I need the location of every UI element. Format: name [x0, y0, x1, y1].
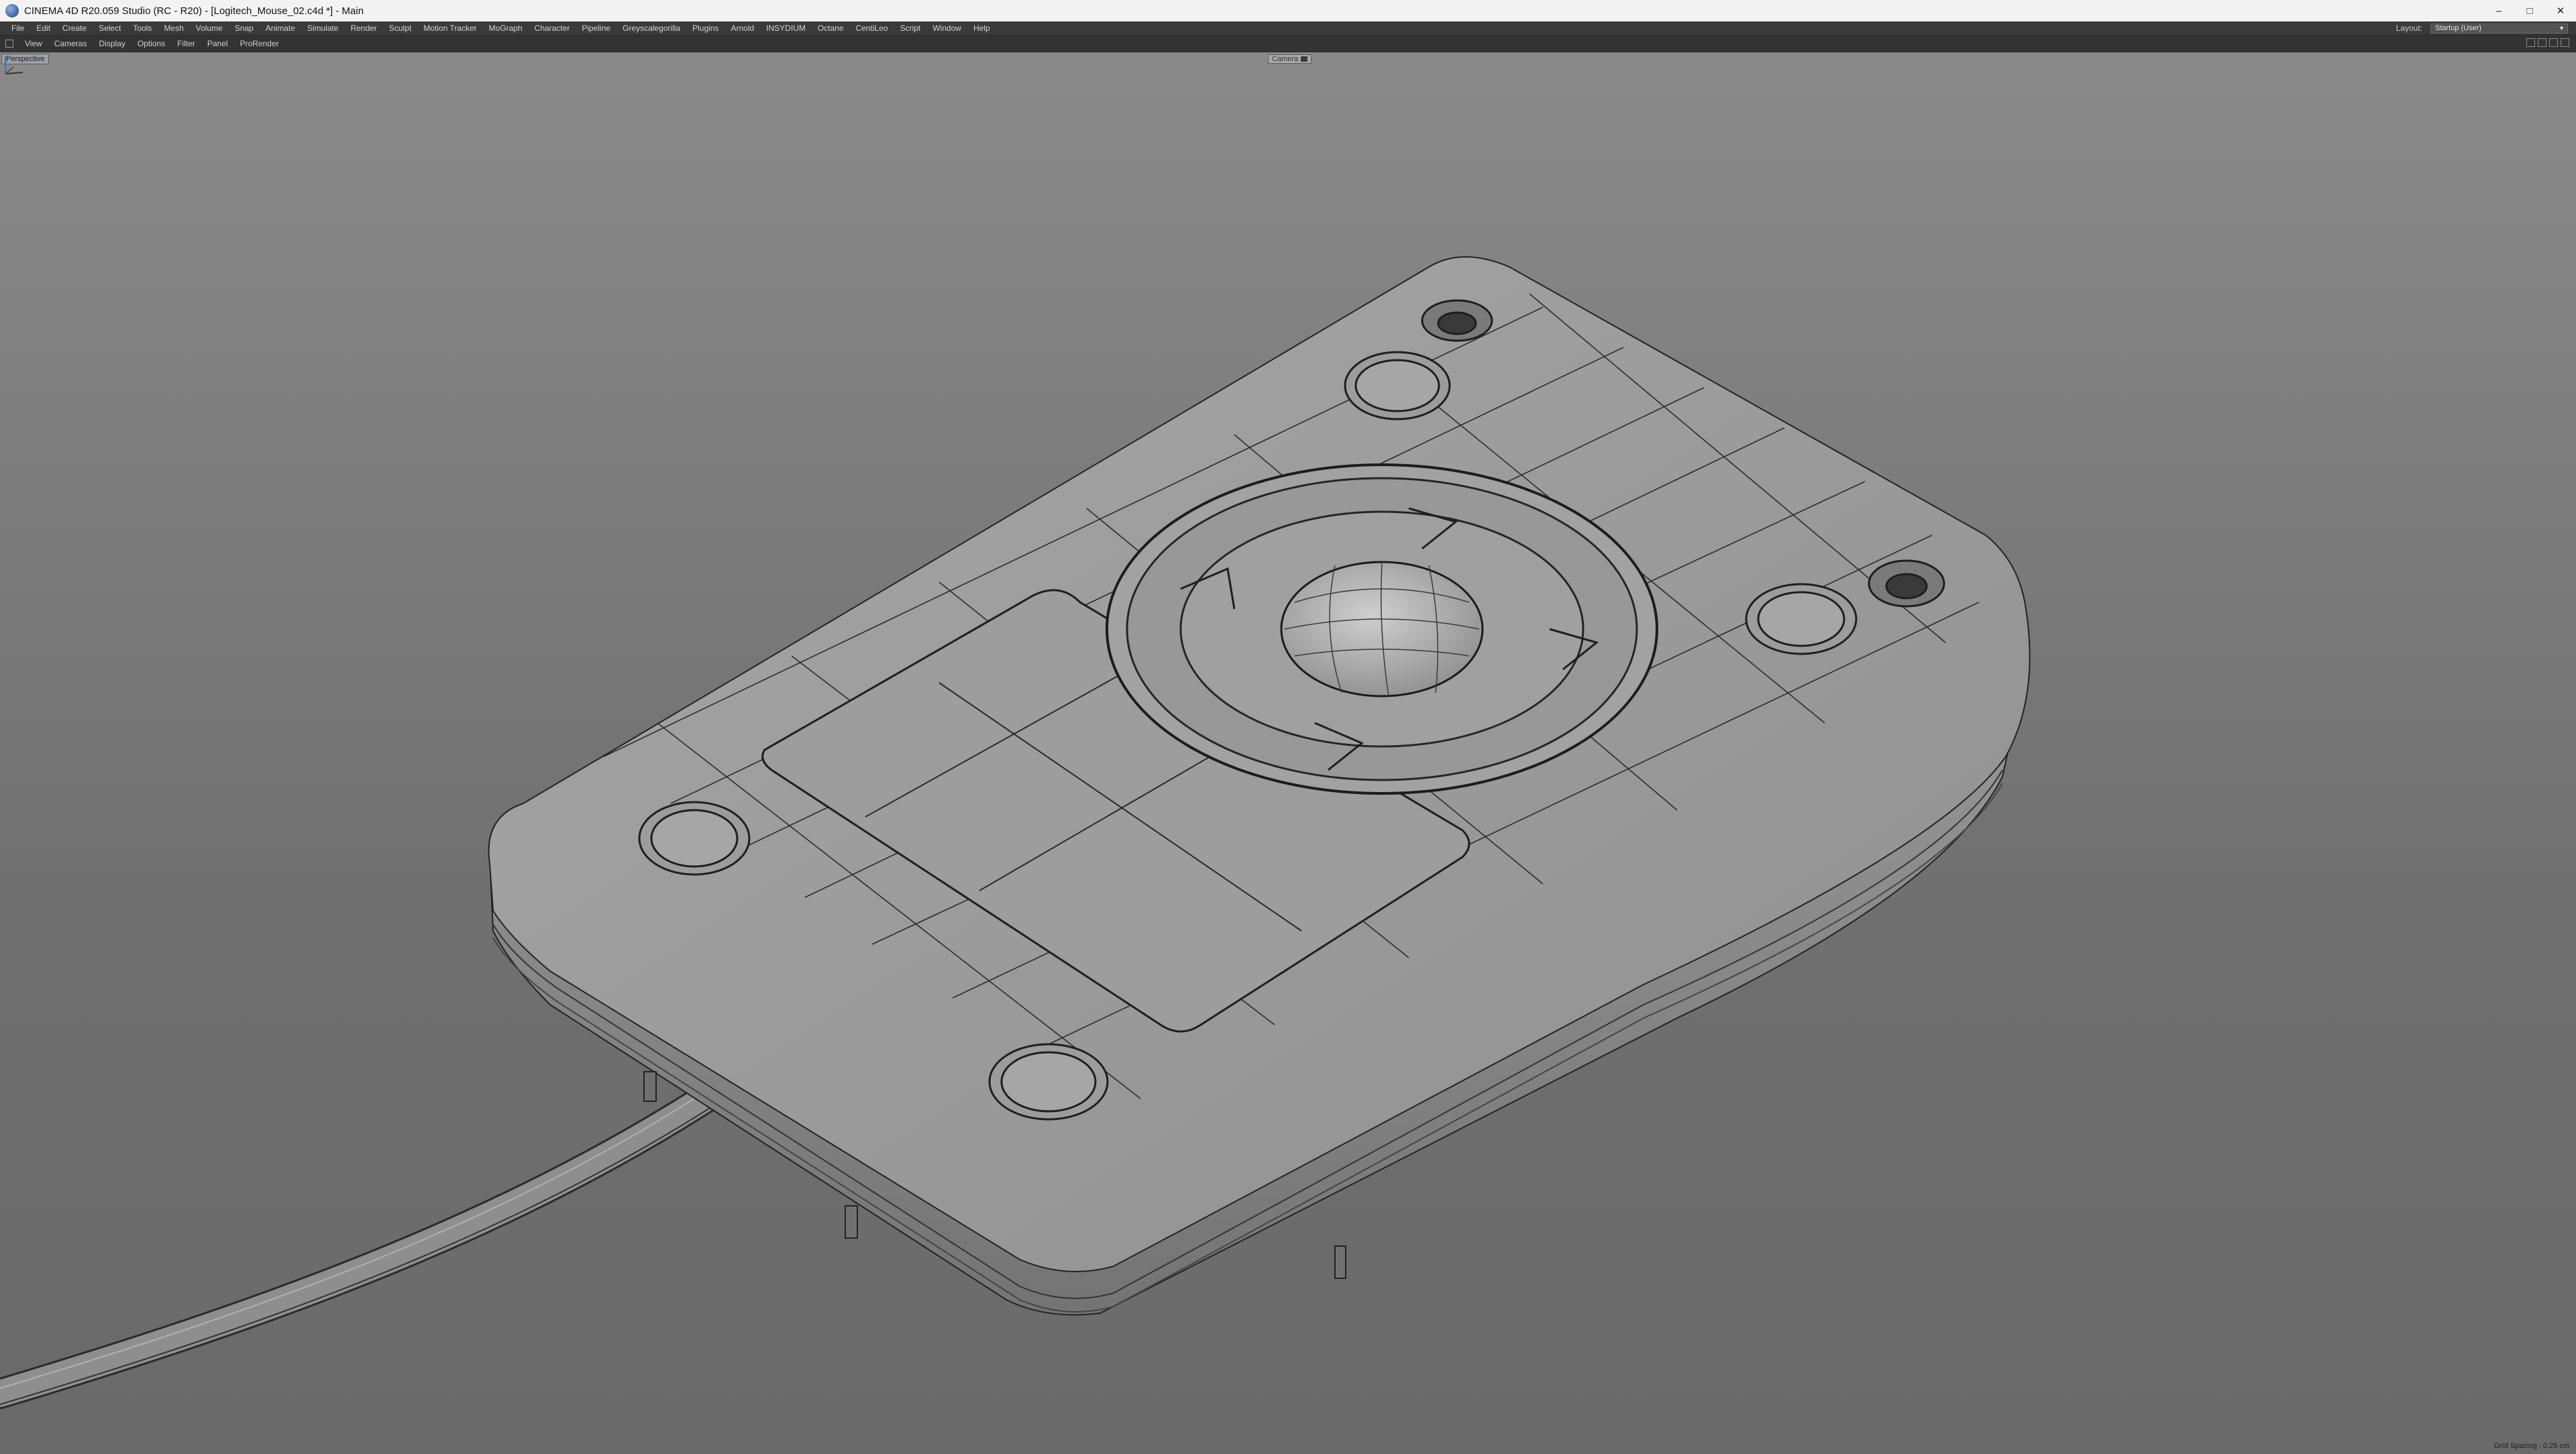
- menu-greyscalegorilla[interactable]: Greyscalegorilla: [616, 21, 686, 35]
- menu-script[interactable]: Script: [894, 21, 927, 35]
- chevron-down-icon: ▼: [2559, 24, 2565, 32]
- cable: [0, 1043, 780, 1409]
- menu-file[interactable]: File: [5, 21, 30, 35]
- trackball-mouse-model: [0, 256, 2031, 1409]
- menu-arnold[interactable]: Arnold: [724, 21, 760, 35]
- menu-render[interactable]: Render: [345, 21, 383, 35]
- button-top: [1344, 351, 1451, 421]
- layout-label: Layout:: [2396, 23, 2422, 33]
- viewport-menu-bar: View Cameras Display Options Filter Panel ProR…: [0, 36, 2576, 52]
- menu-edit[interactable]: Edit: [30, 21, 56, 35]
- view-menu-filter[interactable]: Filter: [171, 36, 201, 52]
- layout-value: Startup (User): [2435, 24, 2482, 32]
- view-menu-display[interactable]: Display: [93, 36, 131, 52]
- menu-animate[interactable]: Animate: [260, 21, 301, 35]
- menu-centileo[interactable]: CentiLeo: [850, 21, 894, 35]
- camera-tag[interactable]: Camera: [1268, 54, 1312, 64]
- view-menu-prorender[interactable]: ProRender: [234, 36, 285, 52]
- viewport-menu: View Cameras Display Options Filter Panel ProR…: [19, 36, 285, 52]
- menu-character[interactable]: Character: [529, 21, 576, 35]
- 3d-viewport[interactable]: Perspective Camera Grid Spacing : 0.25 c…: [0, 52, 2576, 1454]
- rotate-view-icon[interactable]: [2549, 38, 2558, 47]
- menu-mograph[interactable]: MoGraph: [483, 21, 529, 35]
- main-menu: File Edit Create Select Tools Mesh Volume Snap A…: [0, 21, 996, 35]
- screw-hole-top: [1421, 299, 1493, 342]
- menu-select[interactable]: Select: [93, 21, 127, 35]
- view-menu-icon[interactable]: [5, 40, 13, 48]
- menu-insydium[interactable]: INSYDIUM: [760, 21, 812, 35]
- button-right: [1745, 583, 1858, 655]
- menu-help[interactable]: Help: [967, 21, 996, 35]
- camera-tag-label: Camera: [1272, 55, 1299, 63]
- view-menu-view[interactable]: View: [19, 36, 48, 52]
- maximize-button[interactable]: □: [2514, 0, 2545, 21]
- grid-spacing-readout: Grid Spacing : 0.25 cm: [2494, 1442, 2569, 1450]
- menu-snap[interactable]: Snap: [229, 21, 260, 35]
- camera-icon: [1301, 56, 1308, 62]
- button-left: [638, 801, 751, 876]
- minimize-button[interactable]: –: [2483, 0, 2514, 21]
- menu-mesh[interactable]: Mesh: [158, 21, 189, 35]
- menu-octane[interactable]: Octane: [812, 21, 850, 35]
- close-button[interactable]: ✕: [2545, 0, 2576, 21]
- layout-dropdown[interactable]: Startup (User) ▼: [2430, 23, 2568, 34]
- main-menu-bar: File Edit Create Select Tools Mesh Volume Snap A…: [0, 21, 2576, 36]
- maximize-view-icon[interactable]: [2561, 38, 2569, 47]
- viewport-navigation: [2526, 38, 2569, 47]
- window-title: CINEMA 4D R20.059 Studio (RC - R20) - [L…: [24, 5, 364, 17]
- view-menu-options[interactable]: Options: [131, 36, 171, 52]
- axis-gizmo-icon: [5, 56, 23, 74]
- menu-pipeline[interactable]: Pipeline: [576, 21, 616, 35]
- cinema4d-logo-icon: [5, 4, 19, 17]
- title-bar: CINEMA 4D R20.059 Studio (RC - R20) - [L…: [0, 0, 2576, 22]
- view-menu-cameras[interactable]: Cameras: [48, 36, 93, 52]
- button-bottom: [988, 1043, 1109, 1121]
- menu-sculpt[interactable]: Sculpt: [383, 21, 417, 35]
- layout-selector: Layout: Startup (User) ▼: [2396, 21, 2568, 35]
- menu-volume[interactable]: Volume: [190, 21, 229, 35]
- window-controls: – □ ✕: [2483, 0, 2576, 21]
- menu-create[interactable]: Create: [56, 21, 93, 35]
- screw-hole-right: [1868, 559, 1945, 608]
- menu-window[interactable]: Window: [926, 21, 967, 35]
- move-view-icon[interactable]: [2526, 38, 2535, 47]
- menu-plugins[interactable]: Plugins: [686, 21, 724, 35]
- menu-motion-tracker[interactable]: Motion Tracker: [417, 21, 482, 35]
- zoom-view-icon[interactable]: [2538, 38, 2546, 47]
- view-menu-panel[interactable]: Panel: [201, 36, 234, 52]
- menu-simulate[interactable]: Simulate: [301, 21, 345, 35]
- menu-tools[interactable]: Tools: [127, 21, 158, 35]
